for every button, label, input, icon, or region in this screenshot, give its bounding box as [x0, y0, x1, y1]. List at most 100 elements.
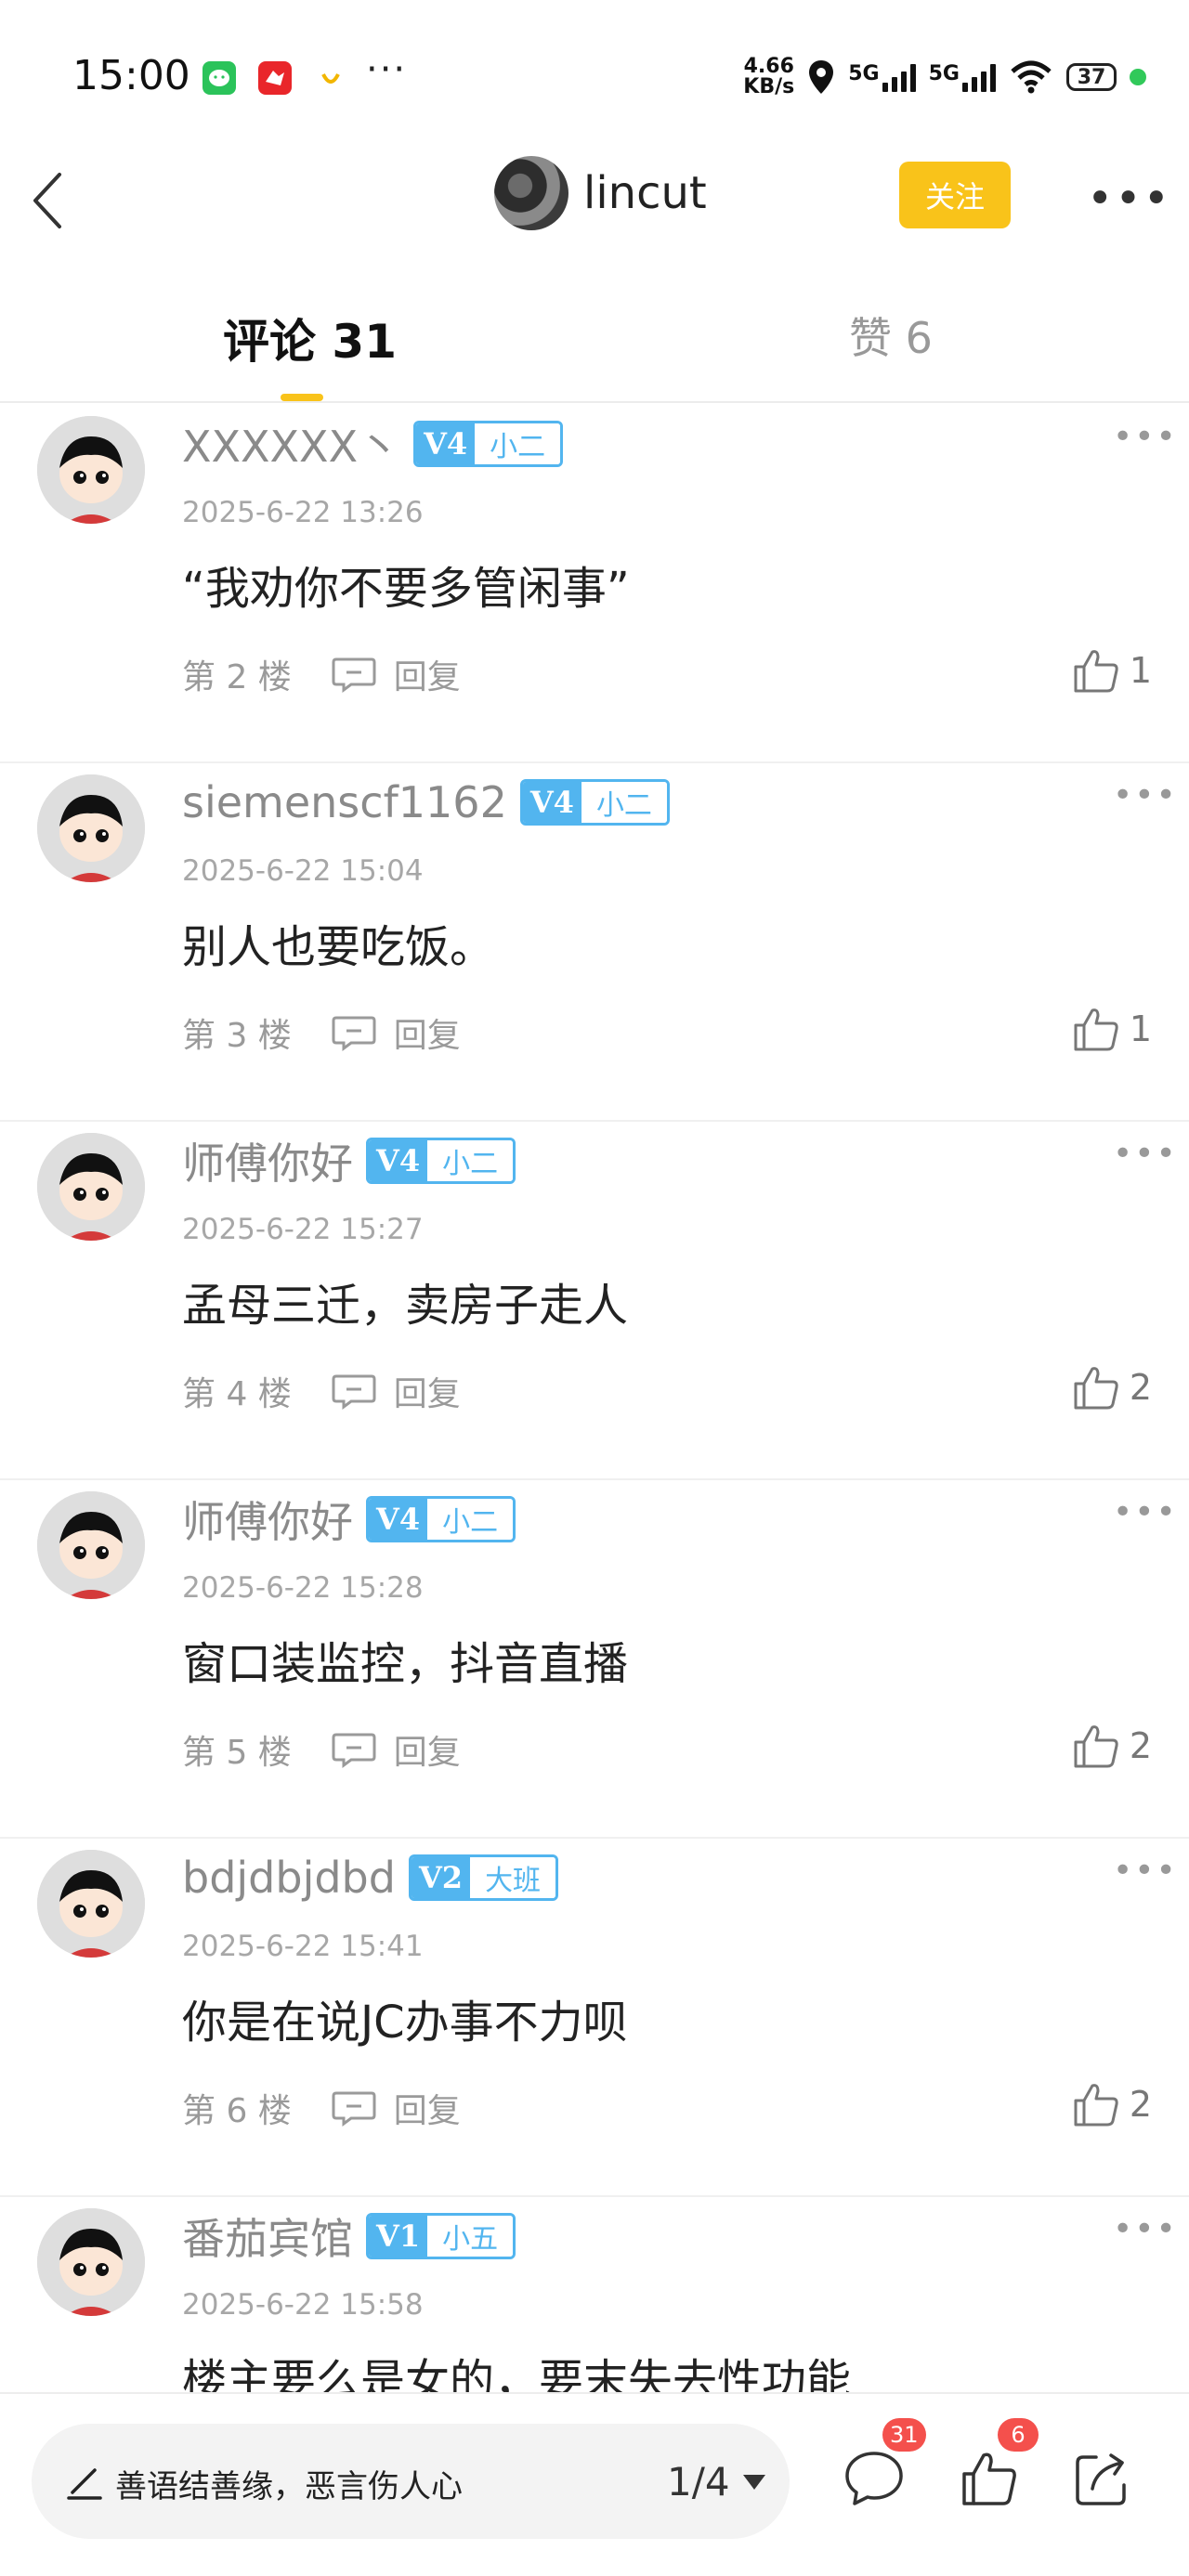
share-button[interactable]	[1068, 2446, 1133, 2511]
level-badge: V4 小二	[366, 1138, 516, 1184]
comment-text[interactable]: 别人也要吃饭。	[182, 910, 494, 975]
author-avatar[interactable]	[494, 156, 568, 230]
level-value: V4	[369, 1499, 428, 1540]
comment-bubble-icon	[845, 2452, 903, 2505]
like-count: 2	[1129, 2084, 1152, 2125]
thumbs-up-icon	[1074, 1008, 1118, 1051]
comment-time: 2025-6-22 15:58	[182, 2288, 424, 2322]
bottom-bar: 善语结善缘，恶言伤人心 1/4 31 6	[0, 2392, 1189, 2576]
commenter-name[interactable]: 番茄宾馆	[182, 2205, 353, 2267]
commenter-avatar[interactable]	[37, 2208, 145, 2316]
tab-likes[interactable]: 赞 6	[849, 305, 933, 366]
level-title: 小二	[475, 423, 561, 464]
comment-item: bdjdbjdbd V2 大班 ••• 2025-6-22 15:41 你是在说…	[0, 1837, 1189, 2197]
comment-item: 师傅你好 V4 小二 ••• 2025-6-22 15:28 窗口装监控，抖音直…	[0, 1478, 1189, 1839]
comment-text[interactable]: 窗口装监控，抖音直播	[182, 1627, 628, 1692]
like-post-button[interactable]: 6	[957, 2418, 1039, 2511]
author-username[interactable]: lincut	[583, 167, 707, 219]
comment-more-icon[interactable]: •••	[1113, 418, 1178, 456]
privacy-indicator	[1130, 69, 1146, 85]
level-value: V4	[522, 782, 581, 823]
reply-icon[interactable]	[331, 2089, 377, 2127]
level-title: 大班	[470, 1857, 556, 1898]
like-count-badge: 6	[998, 2418, 1039, 2452]
level-title: 小二	[581, 782, 667, 823]
comment-more-icon[interactable]: •••	[1113, 1493, 1178, 1531]
page-selector[interactable]: 1/4	[667, 2459, 765, 2504]
commenter-name[interactable]: bdjdbjdbd	[182, 1853, 396, 1903]
reply-button[interactable]: 回复	[394, 1367, 461, 1415]
default-avatar-icon	[37, 774, 145, 882]
comment-more-icon[interactable]: •••	[1113, 1852, 1178, 1890]
wechat-icon	[203, 61, 236, 95]
comment-time: 2025-6-22 15:41	[182, 1930, 424, 1963]
network-speed: 4.66 KB/s	[743, 55, 795, 98]
comment-input[interactable]: 善语结善缘，恶言伤人心 1/4	[32, 2424, 790, 2539]
commenter-avatar[interactable]	[37, 774, 145, 882]
active-tab-indicator	[281, 394, 323, 401]
reply-icon[interactable]	[331, 1373, 377, 1410]
commenter-avatar[interactable]	[37, 416, 145, 524]
reply-icon[interactable]	[331, 1731, 377, 1768]
battery-indicator: 37	[1066, 63, 1117, 91]
commenter-name[interactable]: siemenscf1162	[182, 777, 507, 827]
commenter-avatar[interactable]	[37, 1850, 145, 1958]
commenter-name[interactable]: XXXXXX丶	[182, 413, 400, 475]
floor-number: 第 2 楼	[182, 658, 292, 696]
floor-number: 第 4 楼	[182, 1375, 292, 1413]
reply-icon[interactable]	[331, 1014, 377, 1051]
like-button[interactable]: 1	[1072, 646, 1152, 695]
follow-button[interactable]: 关注	[899, 162, 1011, 228]
more-options-icon[interactable]: •••	[1087, 173, 1171, 225]
like-button[interactable]: 2	[1072, 1363, 1152, 1412]
signal-sim2: 5G	[929, 62, 996, 92]
reply-icon[interactable]	[331, 656, 377, 693]
comment-text[interactable]: 孟母三迁，卖房子走人	[182, 1268, 628, 1334]
reply-button[interactable]: 回复	[394, 1725, 461, 1774]
default-avatar-icon	[37, 416, 145, 524]
back-arrow-icon[interactable]	[22, 163, 78, 238]
status-time: 15:00	[72, 52, 190, 99]
reply-button[interactable]: 回复	[394, 650, 461, 698]
reply-button[interactable]: 回复	[394, 2084, 461, 2132]
comment-count-badge: 31	[882, 2418, 926, 2452]
level-value: V1	[369, 2216, 428, 2257]
default-avatar-icon	[37, 2208, 145, 2316]
like-button[interactable]: 2	[1072, 1722, 1152, 1770]
commenter-avatar[interactable]	[37, 1133, 145, 1241]
like-count: 2	[1129, 1725, 1152, 1766]
comment-input-placeholder: 善语结善缘，恶言伤人心	[115, 2468, 463, 2505]
tab-comments[interactable]: 评论 31	[223, 305, 397, 401]
tabs-bar: 评论 31 赞 6	[0, 267, 1189, 403]
commenter-name[interactable]: 师傅你好	[182, 1130, 353, 1191]
comment-text[interactable]: 你是在说JC办事不力呗	[182, 1985, 628, 2050]
comment-time: 2025-6-22 15:27	[182, 1213, 424, 1246]
wifi-icon	[1011, 60, 1052, 94]
commenter-avatar[interactable]	[37, 1491, 145, 1599]
comment-more-icon[interactable]: •••	[1113, 776, 1178, 814]
signal-sim1: 5G	[848, 62, 916, 92]
reply-button[interactable]: 回复	[394, 1008, 461, 1057]
dropdown-arrow-icon	[742, 2474, 765, 2490]
more-notifications-icon: ···	[366, 48, 408, 91]
floor-number: 第 5 楼	[182, 1734, 292, 1772]
like-button[interactable]: 1	[1072, 1005, 1152, 1053]
comment-footer: 第 6 楼 回复	[182, 2084, 461, 2132]
like-button[interactable]: 2	[1072, 2080, 1152, 2128]
like-count: 2	[1129, 1367, 1152, 1408]
comments-button[interactable]: 31	[842, 2418, 926, 2511]
comment-footer: 第 4 楼 回复	[182, 1367, 461, 1415]
comment-more-icon[interactable]: •••	[1113, 1135, 1178, 1173]
comment-time: 2025-6-22 15:04	[182, 854, 424, 888]
comment-text[interactable]: “我劝你不要多管闲事”	[182, 552, 630, 617]
comment-item: siemenscf1162 V4 小二 ••• 2025-6-22 15:04 …	[0, 761, 1189, 1122]
level-value: V2	[411, 1857, 471, 1898]
level-badge: V4 小二	[519, 779, 670, 826]
thumbs-up-icon	[1074, 2084, 1118, 2127]
location-icon	[809, 60, 834, 94]
level-badge: V4 小二	[366, 1496, 516, 1542]
level-value: V4	[369, 1140, 428, 1181]
comment-more-icon[interactable]: •••	[1113, 2210, 1178, 2248]
commenter-name[interactable]: 师傅你好	[182, 1489, 353, 1550]
mini-app-icon	[314, 61, 347, 95]
